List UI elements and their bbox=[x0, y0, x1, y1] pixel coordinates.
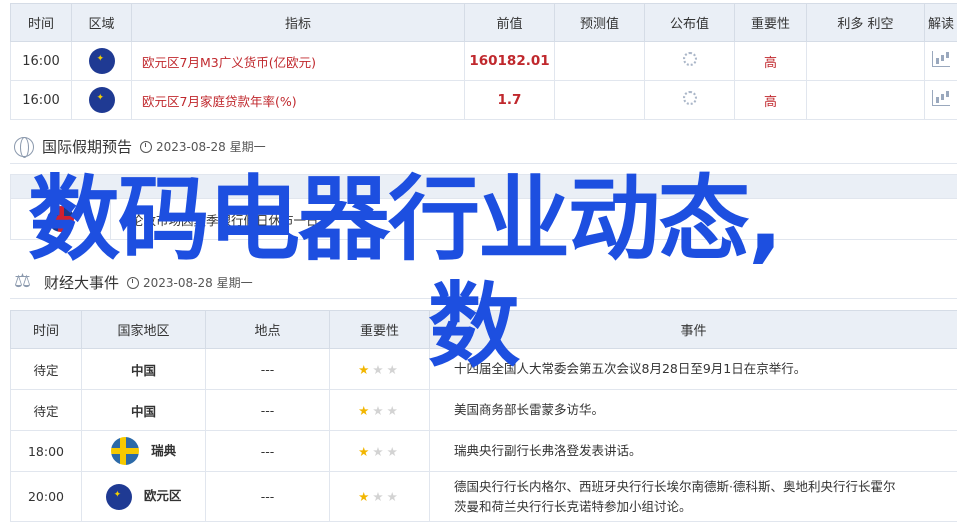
indicator-link[interactable]: 欧元区7月M3广义货币(亿欧元) bbox=[131, 41, 465, 81]
importance-level: 高 bbox=[734, 41, 807, 81]
star-icon: ★ bbox=[358, 489, 373, 504]
column-header: 重要性 bbox=[734, 3, 807, 42]
time-cell: 18:00 bbox=[10, 430, 82, 472]
bull-bear-cell bbox=[806, 80, 925, 120]
overlay-headline: 数码电器行业动态, bbox=[28, 166, 783, 273]
holiday-section-header: 国际假期预告 2023-08-28 星期一 bbox=[14, 136, 266, 158]
event-text: 美国商务部长雷蒙多访华。 bbox=[429, 389, 957, 431]
time-cell: 16:00 bbox=[10, 41, 72, 81]
chart-icon[interactable] bbox=[932, 90, 950, 106]
sweden-flag-icon bbox=[110, 437, 139, 465]
column-header: 解读 bbox=[924, 3, 957, 42]
table-row: 待定 中国 --- ★★★ 美国商务部长雷蒙多访华。 bbox=[10, 389, 957, 431]
column-header: 公布值 bbox=[644, 3, 735, 42]
column-header: 区域 bbox=[71, 3, 132, 42]
clock-icon bbox=[127, 276, 140, 289]
star-icon: ★ bbox=[358, 443, 373, 459]
country-cell: 瑞典 bbox=[151, 442, 177, 458]
importance-stars: ★★★ bbox=[329, 348, 430, 390]
column-header: 利多 利空 bbox=[806, 3, 925, 42]
time-cell: 20:00 bbox=[10, 471, 82, 522]
column-header: 时间 bbox=[10, 3, 72, 42]
divider bbox=[10, 163, 957, 164]
economic-calendar-table: 时间 区域 指标 前值 预测值 公布值 重要性 利多 利空 解读 16:00 欧… bbox=[10, 3, 957, 120]
event-text: 德国央行行长内格尔、西班牙央行行长埃尔南德斯·德科斯、奥地利央行行长霍尔 茨曼和… bbox=[429, 471, 957, 522]
star-icon: ★ bbox=[358, 402, 373, 418]
country-cell: 中国 bbox=[81, 348, 206, 390]
importance-level: 高 bbox=[734, 80, 807, 120]
place-cell: --- bbox=[205, 430, 330, 472]
time-cell: 待定 bbox=[10, 348, 82, 390]
chart-icon[interactable] bbox=[932, 51, 950, 67]
event-text-line: 德国央行行长内格尔、西班牙央行行长埃尔南德斯·德科斯、奥地利央行行长霍尔 bbox=[454, 478, 896, 494]
overlay-headline-continuation: 数 bbox=[428, 273, 521, 380]
indicator-link[interactable]: 欧元区7月家庭贷款年率(%) bbox=[131, 80, 465, 120]
column-header: 指标 bbox=[131, 3, 465, 42]
section-date: 2023-08-28 星期一 bbox=[156, 140, 266, 154]
section-title: 国际假期预告 bbox=[42, 138, 133, 156]
star-icon: ★★ bbox=[372, 489, 401, 504]
previous-value: 160182.01 bbox=[464, 41, 555, 81]
clock-icon bbox=[140, 140, 153, 153]
time-cell: 待定 bbox=[10, 389, 82, 431]
importance-stars: ★★★ bbox=[329, 389, 430, 431]
place-cell: --- bbox=[205, 348, 330, 390]
event-text: 瑞典央行副行长弗洛登发表讲话。 bbox=[429, 430, 957, 472]
forecast-value bbox=[554, 80, 645, 120]
eu-flag-icon bbox=[88, 87, 115, 113]
column-header: 国家地区 bbox=[81, 310, 206, 349]
column-header: 预测值 bbox=[554, 3, 645, 42]
table-row: 16:00 欧元区7月M3广义货币(亿欧元) 160182.01 高 bbox=[10, 41, 957, 81]
table-row: 18:00 瑞典 --- ★★★ 瑞典央行副行长弗洛登发表讲话。 bbox=[10, 430, 957, 472]
globe-icon bbox=[14, 136, 34, 158]
finance-icon bbox=[14, 270, 36, 293]
column-header: 时间 bbox=[10, 310, 82, 349]
importance-stars: ★★★ bbox=[329, 471, 430, 522]
event-text-line: 茨曼和荷兰央行行长克诺特参加小组讨论。 bbox=[454, 498, 692, 514]
section-title: 财经大事件 bbox=[44, 274, 120, 292]
loading-spinner-icon bbox=[682, 91, 697, 105]
forecast-value bbox=[554, 41, 645, 81]
star-icon: ★★ bbox=[372, 402, 401, 418]
loading-spinner-icon bbox=[682, 52, 697, 66]
country-cell: 欧元区 bbox=[143, 488, 182, 503]
country-cell: 中国 bbox=[81, 389, 206, 431]
section-date: 2023-08-28 星期一 bbox=[143, 276, 253, 290]
place-cell: --- bbox=[205, 471, 330, 522]
importance-stars: ★★★ bbox=[329, 430, 430, 472]
eu-flag-icon bbox=[88, 48, 115, 74]
column-header: 前值 bbox=[464, 3, 555, 42]
previous-value: 1.7 bbox=[464, 80, 555, 120]
star-icon: ★★ bbox=[372, 443, 401, 459]
eu-flag-icon bbox=[105, 483, 132, 510]
time-cell: 16:00 bbox=[10, 80, 72, 120]
column-header: 地点 bbox=[205, 310, 330, 349]
star-icon: ★ bbox=[358, 361, 373, 377]
place-cell: --- bbox=[205, 389, 330, 431]
table-row: 20:00 欧元区 --- ★★★ 德国央行行长内格尔、西班牙央行行长埃尔南德斯… bbox=[10, 471, 957, 522]
table-header-row: 时间 区域 指标 前值 预测值 公布值 重要性 利多 利空 解读 bbox=[10, 3, 957, 42]
star-icon: ★★ bbox=[372, 361, 401, 377]
events-section-header: 财经大事件 2023-08-28 星期一 bbox=[14, 270, 253, 293]
column-header: 重要性 bbox=[329, 310, 430, 349]
table-row: 16:00 欧元区7月家庭贷款年率(%) 1.7 高 bbox=[10, 80, 957, 120]
bull-bear-cell bbox=[806, 41, 925, 81]
